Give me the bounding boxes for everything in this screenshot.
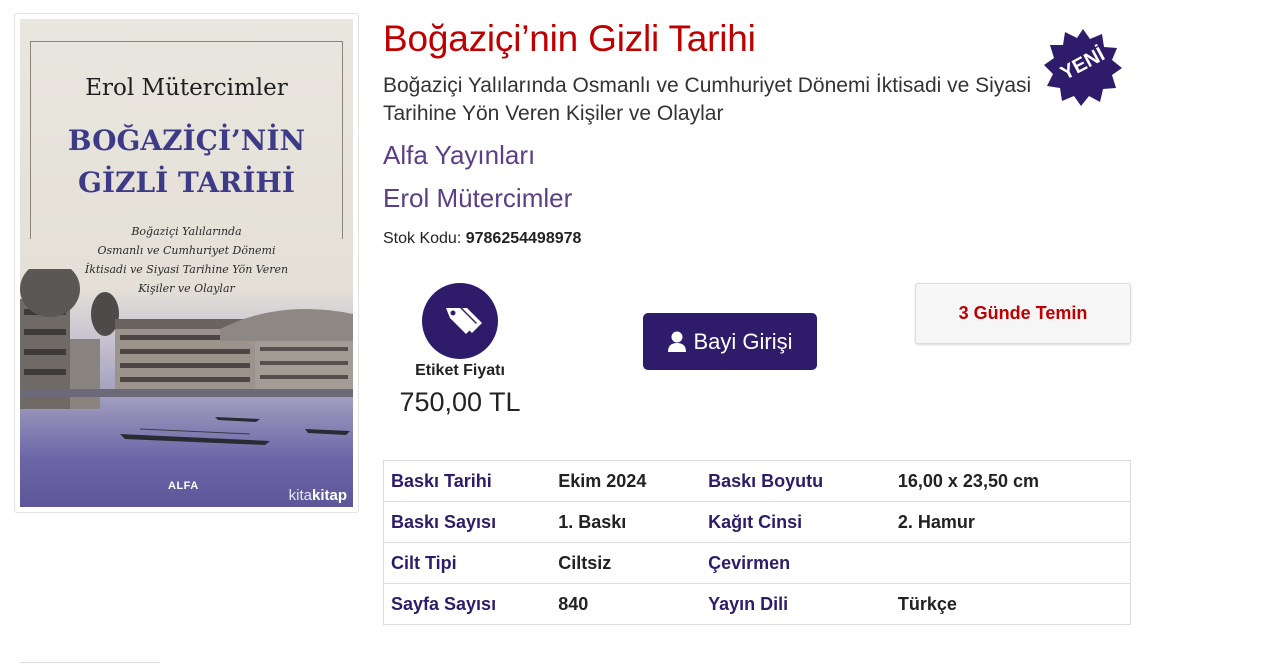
- spec-value: 16,00 x 23,50 cm: [890, 460, 1131, 502]
- cover-brand-light: kita: [288, 487, 312, 504]
- author-link[interactable]: Erol Mütercimler: [383, 183, 572, 214]
- cover-title-line: GİZLİ TARİHİ: [78, 166, 295, 199]
- new-badge: YENİ: [1043, 27, 1123, 107]
- stock-code-value: 9786254498978: [465, 230, 582, 247]
- spec-value: Türkçe: [890, 583, 1131, 625]
- spec-label: Çevirmen: [701, 542, 891, 584]
- book-title: Boğaziçi’nin Gizli Tarihi: [383, 18, 756, 59]
- spec-label: Cilt Tipi: [383, 542, 552, 584]
- book-cover-frame[interactable]: Erol Mütercimler BOĞAZİÇİ’NİN GİZLİ TARİ…: [14, 13, 359, 513]
- cover-publisher: ALFA: [168, 480, 199, 492]
- availability-button[interactable]: 3 Günde Temin: [915, 283, 1131, 344]
- stock-code-label: Stok Kodu:: [383, 230, 462, 247]
- spec-value: 2. Hamur: [890, 501, 1131, 543]
- spec-label: Baskı Sayısı: [383, 501, 552, 543]
- cover-title-line: BOĞAZİÇİ’NİN: [67, 124, 306, 157]
- dealer-login-label: Bayi Girişi: [693, 328, 793, 354]
- spec-value: 1. Baskı: [551, 501, 702, 543]
- cover-brand-logo: kitakitap: [289, 487, 347, 504]
- specs-row: Baskı Tarihi Ekim 2024 Baskı Boyutu 16,00 x…: [383, 460, 1131, 502]
- specs-table: Baskı Tarihi Ekim 2024 Baskı Boyutu 16,00 x…: [383, 460, 1131, 625]
- spec-value: Ciltsiz: [551, 542, 702, 584]
- cover-brand-bold: kitap: [311, 487, 347, 504]
- cover-subtitle-line: Boğaziçi Yalılarında: [131, 225, 242, 238]
- dealer-login-button[interactable]: Bayi Girişi: [643, 313, 817, 370]
- cover-illustration: [20, 269, 353, 445]
- spec-value: 840: [551, 583, 702, 625]
- spec-label: Baskı Tarihi: [383, 460, 552, 502]
- spec-value: Ekim 2024: [551, 460, 702, 502]
- spec-label: Yayın Dili: [701, 583, 891, 625]
- specs-row: Baskı Sayısı 1. Baskı Kağıt Cinsi 2. Hamur: [383, 501, 1131, 543]
- book-subtitle: Boğaziçi Yalılarında Osmanlı ve Cumhuriy…: [383, 74, 1032, 125]
- user-icon: [668, 331, 687, 352]
- price-value: 750,00 TL: [399, 387, 521, 417]
- spec-label: Kağıt Cinsi: [701, 501, 891, 543]
- book-cover-image[interactable]: Erol Mütercimler BOĞAZİÇİ’NİN GİZLİ TARİ…: [20, 19, 353, 507]
- spec-label: Baskı Boyutu: [701, 460, 891, 502]
- publisher-link[interactable]: Alfa Yayınları: [383, 140, 535, 171]
- divider: [20, 662, 160, 663]
- spec-label: Sayfa Sayısı: [383, 583, 552, 625]
- specs-row: Cilt Tipi Ciltsiz Çevirmen: [383, 542, 1131, 584]
- price-tag-icon: [422, 283, 498, 359]
- cover-subtitle-line: Osmanlı ve Cumhuriyet Dönemi: [97, 244, 276, 257]
- spec-value: [890, 542, 1131, 584]
- price-label: Etiket Fiyatı: [415, 362, 505, 379]
- cover-author: Erol Mütercimler: [85, 75, 288, 101]
- stock-code: Stok Kodu: 9786254498978: [383, 230, 581, 248]
- cover-title: BOĞAZİÇİ’NİN GİZLİ TARİHİ: [20, 120, 353, 204]
- specs-row: Sayfa Sayısı 840 Yayın Dili Türkçe: [383, 583, 1131, 625]
